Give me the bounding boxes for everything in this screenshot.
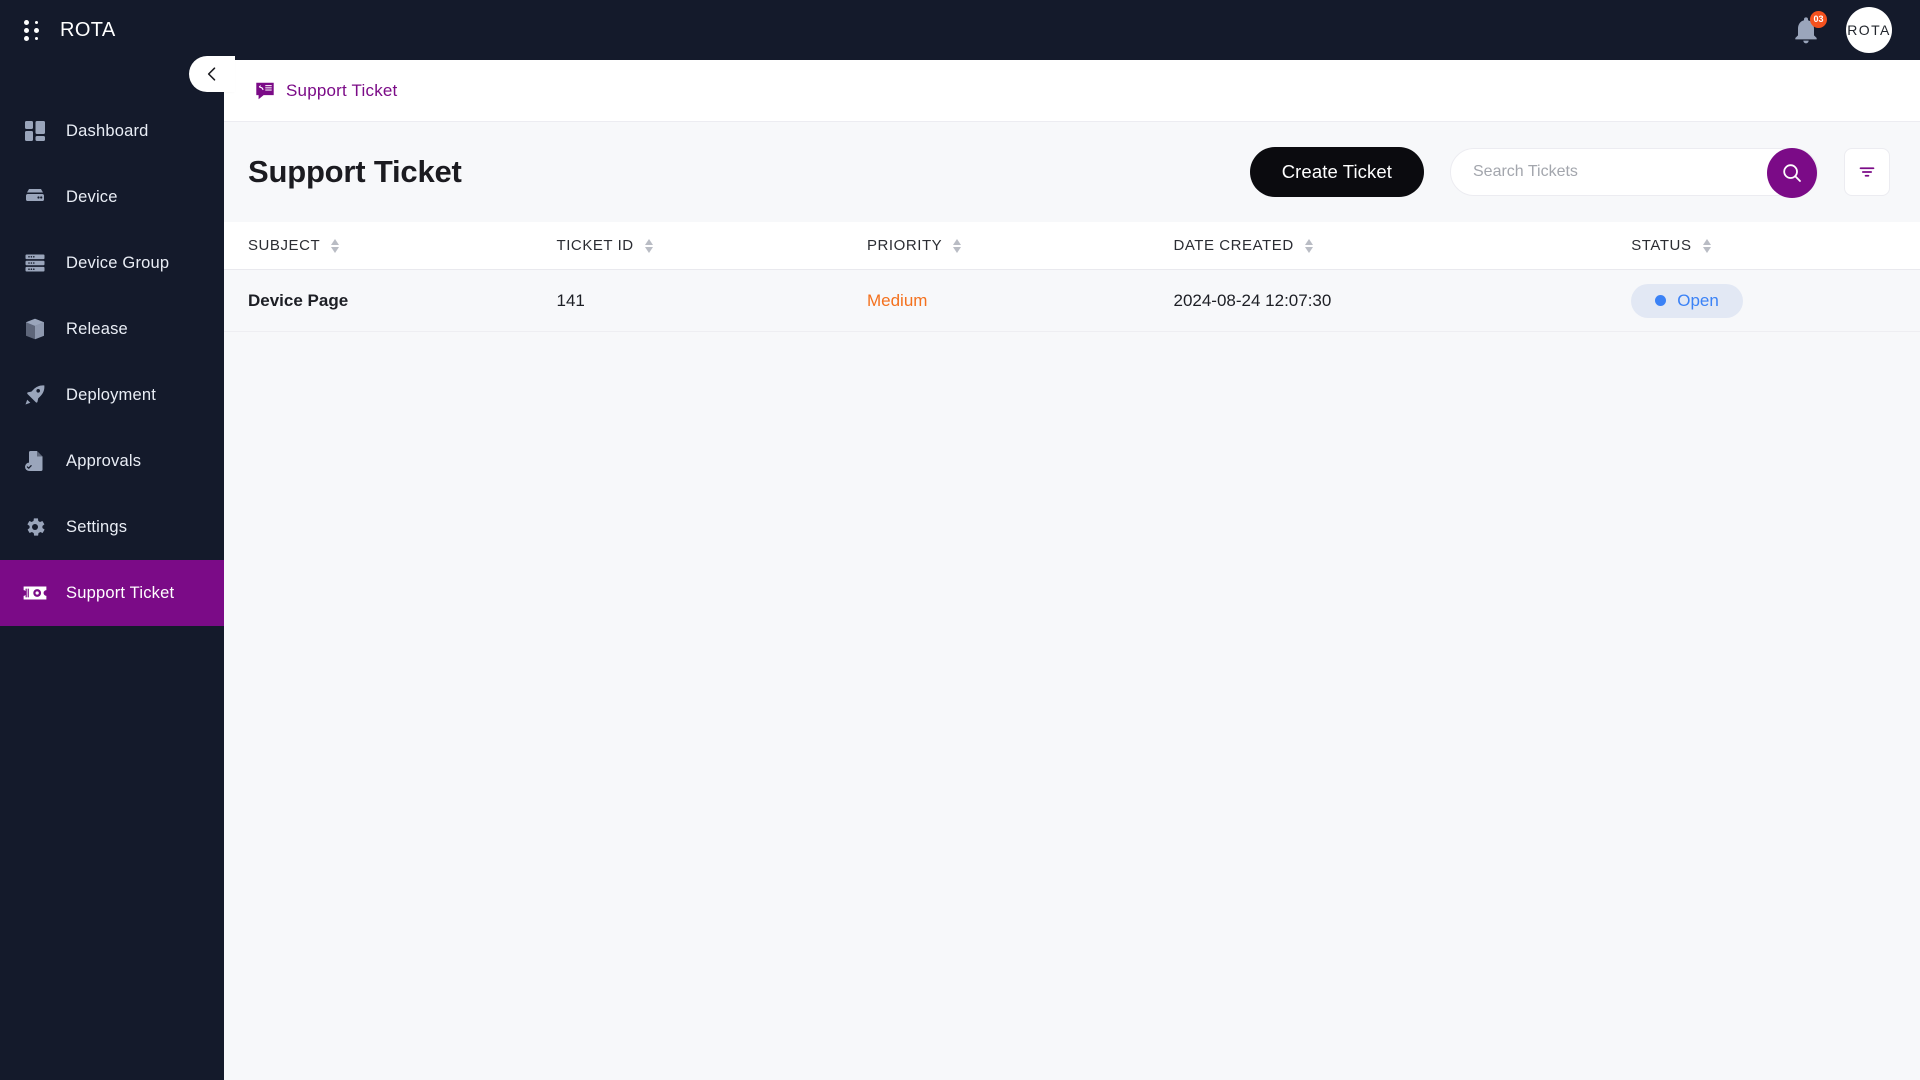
sort-icon[interactable] (644, 238, 653, 253)
page-header: Support Ticket Create Ticket (224, 122, 1920, 222)
table-header-row: SUBJECT TICKET ID PRIORITY DATE CREATED … (224, 222, 1920, 270)
sort-icon[interactable] (953, 238, 962, 253)
create-ticket-button[interactable]: Create Ticket (1249, 147, 1424, 197)
filter-icon (1859, 167, 1875, 177)
sidebar-item-device-group[interactable]: Device Group (0, 230, 224, 296)
document-check-icon (22, 448, 48, 474)
box-icon (22, 316, 48, 342)
sidebar-item-support-ticket[interactable]: Support Ticket (0, 560, 224, 626)
search-box (1450, 148, 1818, 198)
sidebar-item-release[interactable]: Release (0, 296, 224, 362)
cell-status: Open (1631, 283, 1890, 318)
column-label: SUBJECT (248, 237, 321, 254)
cell-date-created: 2024-08-24 12:07:30 (1173, 290, 1332, 310)
sidebar-item-settings[interactable]: Settings (0, 494, 224, 560)
sidebar-item-label: Release (66, 319, 128, 338)
main-content: Support Ticket Support Ticket Create Tic… (224, 60, 1920, 1080)
page-actions: Create Ticket (1249, 147, 1890, 198)
sidebar-collapse-button[interactable] (189, 56, 235, 92)
search-icon (1783, 164, 1801, 182)
sidebar-item-dashboard[interactable]: Dashboard (0, 98, 224, 164)
sort-icon[interactable] (331, 238, 340, 253)
column-label: STATUS (1631, 237, 1692, 254)
cell-ticket-id: 141 (556, 290, 585, 310)
sidebar-item-label: Support Ticket (66, 583, 175, 602)
notification-badge: 03 (1810, 11, 1827, 28)
column-label: DATE CREATED (1173, 237, 1294, 254)
sidebar-item-label: Approvals (66, 451, 142, 470)
table-row[interactable]: Device Page 141 Medium 2024-08-24 12:07:… (224, 270, 1920, 332)
status-badge: Open (1631, 283, 1743, 318)
sidebar-item-label: Settings (66, 517, 128, 536)
breadcrumb: Support Ticket (224, 60, 1920, 122)
breadcrumb-label[interactable]: Support Ticket (286, 81, 397, 101)
status-label: Open (1677, 290, 1719, 310)
filter-button[interactable] (1844, 148, 1890, 196)
sidebar-item-label: Device Group (66, 253, 170, 272)
sidebar-item-label: Device (66, 187, 118, 206)
app-root: ROTA 03 ROTA Dashboard Device Device Gro… (0, 0, 1920, 1080)
brand-name: ROTA (60, 18, 116, 41)
sidebar-item-approvals[interactable]: Approvals (0, 428, 224, 494)
page-title: Support Ticket (248, 154, 462, 189)
rocket-icon (22, 382, 48, 408)
sidebar: Dashboard Device Device Group Release De (0, 60, 224, 1080)
column-header-date-created[interactable]: DATE CREATED (1173, 237, 1631, 254)
sidebar-item-label: Dashboard (66, 121, 149, 140)
gear-icon (22, 514, 48, 540)
brand[interactable]: ROTA (0, 17, 116, 43)
column-header-status[interactable]: STATUS (1631, 237, 1890, 254)
status-dot-icon (1655, 295, 1667, 306)
top-bar-actions: 03 ROTA (1790, 7, 1920, 53)
server-rack-icon (22, 250, 48, 276)
column-header-priority[interactable]: PRIORITY (867, 237, 1174, 254)
dots-grid-icon (22, 17, 48, 43)
column-label: PRIORITY (866, 237, 943, 254)
sidebar-item-label: Deployment (66, 385, 157, 404)
ticket-icon (22, 580, 48, 606)
search-button[interactable] (1767, 148, 1817, 198)
tickets-table: SUBJECT TICKET ID PRIORITY DATE CREATED … (224, 222, 1920, 332)
notification-button[interactable]: 03 (1790, 11, 1827, 46)
support-ticket-icon (256, 82, 274, 99)
sort-icon[interactable] (1702, 238, 1711, 253)
cell-subject: Device Page (248, 290, 349, 310)
server-icon (22, 184, 48, 210)
dashboard-icon (22, 118, 48, 144)
column-header-subject[interactable]: SUBJECT (248, 237, 557, 254)
avatar[interactable]: ROTA (1846, 7, 1892, 53)
search-input[interactable] (1451, 149, 1751, 195)
sort-icon[interactable] (1304, 238, 1313, 253)
sidebar-item-deployment[interactable]: Deployment (0, 362, 224, 428)
column-header-ticket-id[interactable]: TICKET ID (557, 237, 867, 254)
cell-priority: Medium (866, 290, 928, 310)
chevron-left-icon (207, 67, 216, 81)
sidebar-item-device[interactable]: Device (0, 164, 224, 230)
top-bar: ROTA 03 ROTA (0, 0, 1920, 60)
column-label: TICKET ID (556, 237, 634, 254)
